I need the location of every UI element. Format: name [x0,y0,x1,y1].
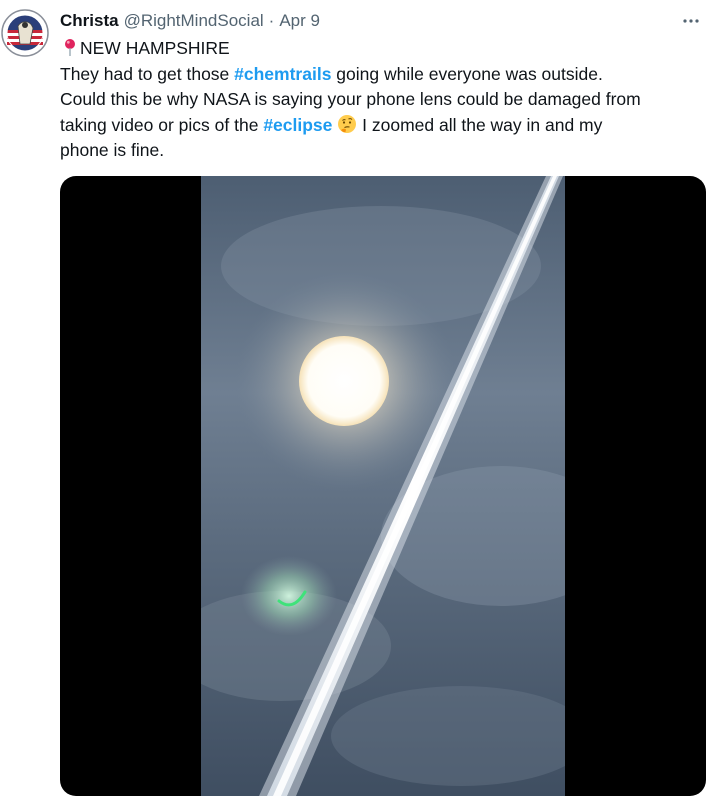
avatar[interactable] [0,8,50,58]
tweet-date[interactable]: Apr 9 [279,11,320,31]
text-line-5: phone is fine. [60,140,165,160]
tweet: Christa @RightMindSocial · Apr 9 NEW HAM… [0,0,712,796]
text-line-2: They had to get those #chemtrails going … [60,62,700,88]
avatar-image [0,8,50,58]
text-segment: They had to get those [60,63,235,84]
location-line: NEW HAMPSHIRE [60,36,700,62]
more-options-button[interactable] [678,8,704,34]
eclipse-sky-photo [201,176,565,796]
hashtag-eclipse[interactable]: #eclipse [263,115,332,135]
text-line-4: taking video or pics of the #eclipse I z… [60,113,700,139]
more-horizontal-icon [683,19,699,23]
text-segment: taking video or pics of the [60,114,264,135]
text-segment: I zoomed all the way in and my [357,114,603,135]
text-segment: going while everyone was outside. [331,63,603,84]
media-video[interactable] [60,176,706,796]
user-handle[interactable]: @RightMindSocial [124,11,264,31]
text-line-3: Could this be why NASA is saying your ph… [60,89,641,109]
thinking-face-icon [338,114,357,133]
hashtag-chemtrails[interactable]: #chemtrails [234,64,331,84]
display-name[interactable]: Christa [60,11,119,31]
tweet-text: NEW HAMPSHIRE They had to get those #che… [60,36,700,164]
tweet-header: Christa @RightMindSocial · Apr 9 [60,10,320,32]
round-pushpin-icon [65,39,75,56]
separator-dot: · [268,11,275,30]
location-text: NEW HAMPSHIRE [80,38,230,58]
